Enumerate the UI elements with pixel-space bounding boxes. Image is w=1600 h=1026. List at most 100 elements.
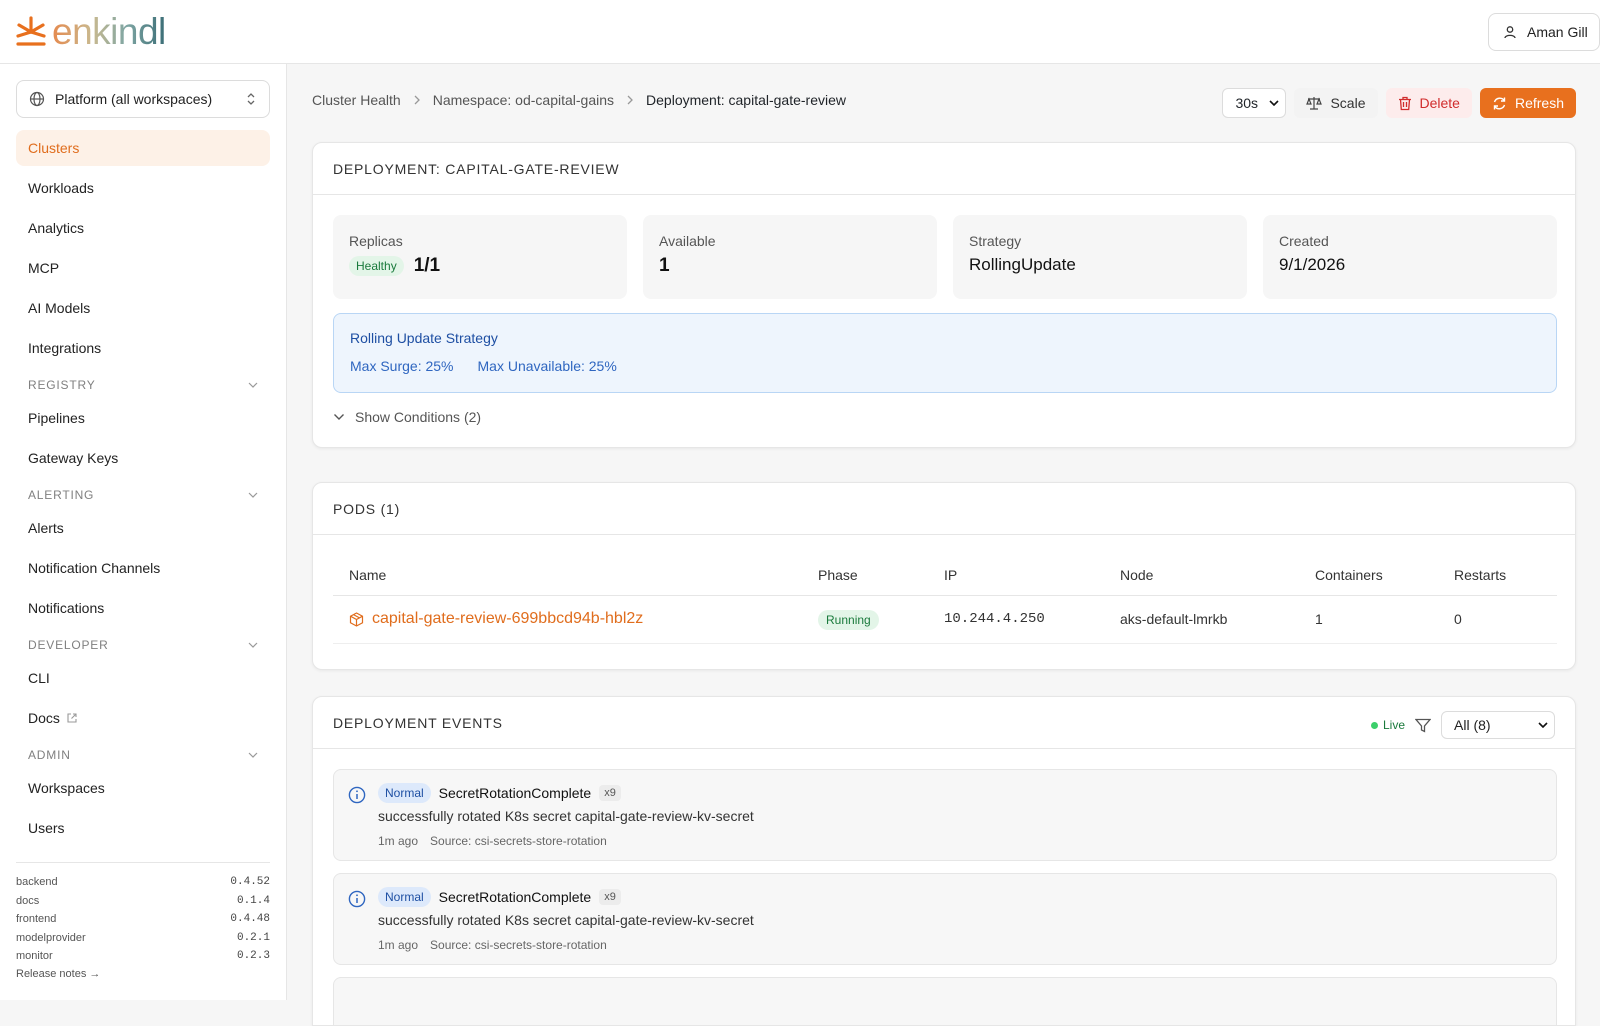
events-filter-select[interactable]: All (8) <box>1441 711 1555 739</box>
event-reason: SecretRotationComplete <box>438 889 592 905</box>
replicas-value: 1/1 <box>413 255 441 276</box>
info-icon <box>348 890 366 908</box>
event-item: Normal SecretRotationComplete x9 success… <box>333 769 1557 861</box>
event-source: Source: csi-secrets-store-rotation <box>430 834 607 848</box>
sidebar-item-cli[interactable]: CLI <box>16 660 270 696</box>
service-name: modelprovider <box>16 931 86 944</box>
status-badge: Running <box>818 610 879 630</box>
workspace-selector[interactable]: Platform (all workspaces) <box>16 80 270 118</box>
user-menu-button[interactable]: Aman Gill <box>1488 13 1600 51</box>
event-message: successfully rotated K8s secret capital-… <box>378 808 754 824</box>
table-header-row: Name Phase IP Node Containers Restarts <box>333 555 1557 596</box>
sidebar-item-users[interactable]: Users <box>16 810 270 846</box>
stat-label: Created <box>1279 233 1329 249</box>
column-header[interactable]: Node <box>1104 555 1299 596</box>
event-age: 1m ago <box>378 938 419 952</box>
live-label: Live <box>1382 718 1405 732</box>
breadcrumb-namespace[interactable]: Namespace: od-capital-gains <box>433 92 614 108</box>
chevron-right-icon <box>414 95 420 105</box>
chevron-down-icon <box>1538 722 1548 728</box>
top-bar: enkindl Aman Gill <box>0 0 1600 64</box>
sidebar-item-analytics[interactable]: Analytics <box>16 210 270 246</box>
sidebar-section-developer[interactable]: DEVELOPER <box>16 630 270 660</box>
workspace-label: Platform (all workspaces) <box>55 91 213 107</box>
filter-icon[interactable] <box>1415 718 1431 733</box>
live-indicator: Live <box>1370 718 1405 732</box>
column-header[interactable]: IP <box>928 555 1104 596</box>
event-count: x9 <box>599 785 621 801</box>
sidebar-item-notifications[interactable]: Notifications <box>16 590 270 626</box>
replicas-stat: Replicas Healthy 1/1 <box>333 215 627 299</box>
sidebar-section-registry[interactable]: REGISTRY <box>16 370 270 400</box>
sidebar-item-gateway-keys[interactable]: Gateway Keys <box>16 440 270 476</box>
sidebar-section-admin[interactable]: ADMIN <box>16 740 270 770</box>
globe-icon <box>29 91 45 107</box>
scale-label: Scale <box>1330 95 1366 111</box>
user-name: Aman Gill <box>1527 24 1588 40</box>
version-row: monitor 0.2.3 <box>16 947 270 966</box>
deployment-card: DEPLOYMENT: CAPITAL-GATE-REVIEW Replicas… <box>312 142 1576 448</box>
events-toolbar: Live All (8) <box>1370 711 1555 739</box>
column-header[interactable]: Phase <box>802 555 928 596</box>
pod-name: capital-gate-review-699bbcd94b-hbl2z <box>372 610 644 627</box>
show-conditions-toggle[interactable]: Show Conditions (2) <box>333 409 481 425</box>
column-header[interactable]: Name <box>333 555 802 596</box>
event-header: Normal SecretRotationComplete x9 <box>378 783 621 803</box>
pod-restarts: 0 <box>1438 595 1557 644</box>
delete-button[interactable]: Delete <box>1385 88 1472 118</box>
event-count: x9 <box>599 889 621 905</box>
refresh-button[interactable]: Refresh <box>1479 88 1576 118</box>
sidebar-item-workloads[interactable]: Workloads <box>16 170 270 206</box>
release-notes-link[interactable]: Release notes → <box>16 968 270 980</box>
sidebar-item-alerts[interactable]: Alerts <box>16 510 270 546</box>
event-type-badge: Normal <box>378 783 431 803</box>
sidebar-section-alerting[interactable]: ALERTING <box>16 480 270 510</box>
scale-icon <box>1306 97 1323 110</box>
breadcrumb-cluster-health[interactable]: Cluster Health <box>312 92 401 108</box>
event-source: Source: csi-secrets-store-rotation <box>430 938 607 952</box>
sidebar-item-workspaces[interactable]: Workspaces <box>16 770 270 806</box>
event-header: Normal SecretRotationComplete x9 <box>378 887 621 907</box>
sidebar-item-mcp[interactable]: MCP <box>16 250 270 286</box>
package-icon <box>349 611 364 627</box>
chevron-down-icon <box>248 492 258 498</box>
event-age: 1m ago <box>378 834 419 848</box>
logo-burst-icon <box>16 16 46 46</box>
sidebar-item-integrations[interactable]: Integrations <box>16 330 270 366</box>
stat-label: Replicas <box>349 233 403 249</box>
breadcrumb-deployment: Deployment: capital-gate-review <box>646 92 847 108</box>
section-title: DEVELOPER <box>28 638 109 652</box>
chevron-down-icon <box>248 382 258 388</box>
event-meta: 1m ago Source: csi-secrets-store-rotatio… <box>378 938 607 952</box>
strategy-stat: Strategy RollingUpdate <box>953 215 1247 299</box>
refresh-icon <box>1493 97 1506 109</box>
service-version: 0.2.3 <box>236 950 270 963</box>
column-header[interactable]: Containers <box>1299 555 1438 596</box>
event-item: Normal SecretRotationComplete x9 success… <box>333 873 1557 965</box>
sidebar-item-clusters[interactable]: Clusters <box>16 130 270 166</box>
scale-button[interactable]: Scale <box>1294 88 1378 118</box>
info-icon <box>348 786 366 804</box>
status-badge: Healthy <box>349 256 404 276</box>
sidebar-item-ai-models[interactable]: AI Models <box>16 290 270 326</box>
table-row: capital-gate-review-699bbcd94b-hbl2z Run… <box>333 595 1557 644</box>
version-row: backend 0.4.52 <box>16 873 270 892</box>
section-title: ALERTING <box>28 488 95 502</box>
trash-icon <box>1398 96 1411 110</box>
service-name: backend <box>16 876 58 889</box>
column-header[interactable]: Restarts <box>1438 555 1557 596</box>
service-name: monitor <box>16 950 53 963</box>
refresh-interval-select[interactable]: 30s <box>1222 88 1287 118</box>
deployment-title: DEPLOYMENT: CAPITAL-GATE-REVIEW <box>313 143 1575 195</box>
pod-link[interactable]: capital-gate-review-699bbcd94b-hbl2z <box>349 610 786 628</box>
sidebar-item-pipelines[interactable]: Pipelines <box>16 400 270 436</box>
show-conditions-label: Show Conditions (2) <box>355 409 482 425</box>
logo-text: enkindl <box>52 11 166 52</box>
sidebar-item-docs[interactable]: Docs <box>16 700 270 736</box>
logo[interactable]: enkindl <box>14 13 166 51</box>
service-name: frontend <box>16 913 57 926</box>
interval-value: 30s <box>1235 95 1259 111</box>
pods-title: PODS (1) <box>313 483 1575 535</box>
service-name: docs <box>16 894 40 907</box>
sidebar-item-notification-channels[interactable]: Notification Channels <box>16 550 270 586</box>
